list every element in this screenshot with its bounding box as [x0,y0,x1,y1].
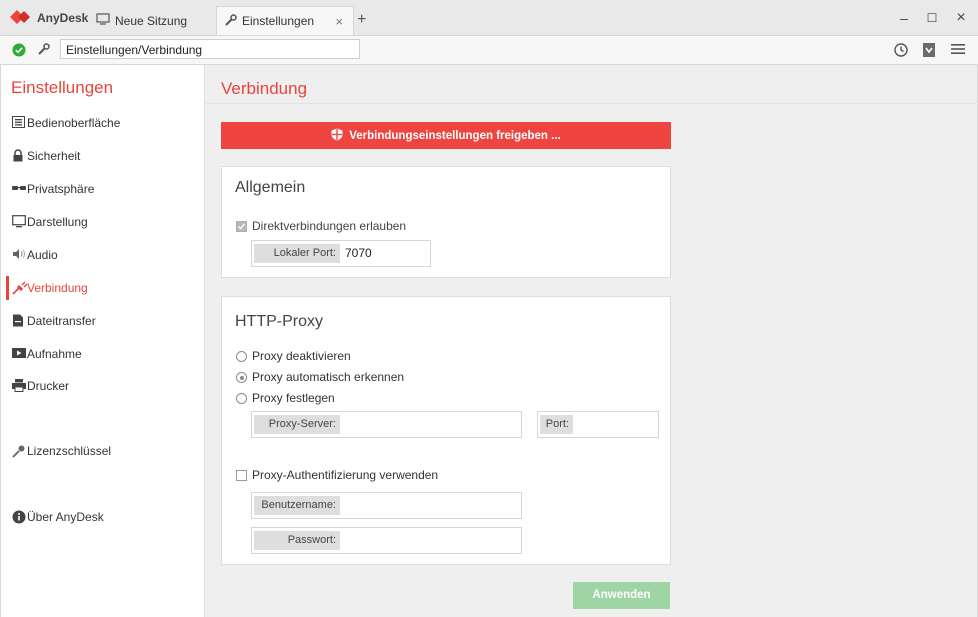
file-icon [12,314,26,328]
sidebar-item-label: Privatsphäre [27,182,95,196]
address-input[interactable]: Einstellungen/Verbindung [60,39,360,59]
anydesk-logo-icon [10,9,32,27]
sidebar-item-label: Dateitransfer [27,314,96,328]
wrench-icon [38,43,50,58]
sidebar-item-lizenzschluessel[interactable]: Lizenzschlüssel [1,437,204,465]
general-panel: Allgemein Direktverbindungen erlauben Lo… [221,166,671,278]
proxy-port-field[interactable]: Port: [537,411,659,438]
key-icon [12,444,26,458]
unlock-settings-label: Verbindungseinstellungen freigeben ... [349,129,561,142]
tab-label: Einstellungen [242,14,315,28]
apply-button[interactable]: Anwenden [573,582,670,609]
sidebar-item-label: Darstellung [27,215,88,229]
sidebar-item-label: Aufnahme [27,347,82,361]
password-label: Passwort: [254,531,340,550]
sidebar-item-audio[interactable]: Audio [1,241,204,269]
maximize-button[interactable]: ☐ [917,6,947,30]
proxy-auth-label: Proxy-Authentifizierung verwenden [252,468,439,482]
tab-new-session[interactable]: Neue Sitzung [88,6,216,35]
http-proxy-panel: HTTP-Proxy Proxy deaktivieren Proxy auto… [221,296,671,565]
local-port-label: Lokaler Port: [254,244,340,263]
proxy-manual-label: Proxy festlegen [252,391,335,405]
download-icon[interactable] [922,42,936,61]
page-title: Verbindung [221,79,308,98]
shield-icon [331,128,343,144]
sidebar-item-verbindung[interactable]: Verbindung [1,274,204,302]
sidebar-item-bedienoberflaeche[interactable]: Bedienoberfläche [1,109,204,137]
address-bar: Einstellungen/Verbindung [0,36,978,65]
proxy-disable-label: Proxy deaktivieren [252,349,351,363]
hamburger-menu-icon[interactable] [951,43,965,58]
sidebar-title: Einstellungen [11,78,114,97]
proxy-server-field[interactable]: Proxy-Server: [251,411,522,438]
username-label: Benutzername: [254,496,340,515]
tab-close-icon[interactable]: × [335,14,343,29]
video-icon [12,347,26,361]
sidebar-item-darstellung[interactable]: Darstellung [1,208,204,236]
unlock-settings-button[interactable]: Verbindungseinstellungen freigeben ... [221,122,671,149]
new-tab-button[interactable]: + [357,11,366,29]
glasses-icon [12,182,26,196]
app-name: AnyDesk [37,11,89,25]
sidebar-item-privatsphaere[interactable]: Privatsphäre [1,175,204,203]
username-field[interactable]: Benutzername: [251,492,522,519]
direct-connections-label: Direktverbindungen erlauben [252,219,407,233]
info-icon [12,510,26,524]
menu-icon [12,116,26,130]
speaker-icon [12,248,26,262]
monitor-icon [96,13,110,28]
printer-icon [12,379,26,393]
settings-sidebar: Einstellungen Bedienoberfläche Sicherhei… [1,65,205,617]
proxy-server-label: Proxy-Server: [254,415,340,434]
header-divider [205,103,978,104]
sidebar-item-dateitransfer[interactable]: Dateitransfer [1,307,204,335]
proxy-manual-radio[interactable] [236,393,247,404]
proxy-auto-label: Proxy automatisch erkennen [252,370,405,384]
sidebar-item-ueber-anydesk[interactable]: Über AnyDesk [1,503,204,531]
sidebar-item-label: Über AnyDesk [27,510,104,524]
general-heading: Allgemein [235,179,306,196]
sidebar-item-label: Drucker [27,379,70,393]
proxy-heading: HTTP-Proxy [235,313,323,330]
plug-icon [12,281,28,295]
wrench-icon [225,13,237,29]
monitor-icon [12,215,26,229]
sidebar-item-label: Lizenzschlüssel [27,444,112,458]
local-port-field[interactable]: Lokaler Port: 7070 [251,240,431,267]
title-bar: AnyDesk Neue Sitzung Einstellungen × + ‒… [0,0,978,36]
sidebar-item-label: Sicherheit [27,149,81,163]
sidebar-item-label: Audio [27,248,58,262]
tab-label: Neue Sitzung [115,13,188,28]
lock-icon [12,149,26,163]
status-ok-icon [12,43,26,60]
direct-connections-checkbox[interactable] [236,221,247,232]
proxy-disable-radio[interactable] [236,351,247,362]
password-field[interactable]: Passwort: [251,527,522,554]
sidebar-item-label: Verbindung [27,281,88,295]
sidebar-item-aufnahme[interactable]: Aufnahme [1,340,204,368]
proxy-auth-checkbox[interactable] [236,470,247,481]
minimize-button[interactable]: ‒ [889,6,919,30]
sidebar-item-drucker[interactable]: Drucker [1,372,204,400]
local-port-value: 7070 [345,246,372,260]
anydesk-brand[interactable]: AnyDesk [10,9,89,27]
sidebar-item-sicherheit[interactable]: Sicherheit [1,142,204,170]
sidebar-item-label: Bedienoberfläche [27,116,121,130]
proxy-port-label: Port: [540,415,573,434]
history-icon[interactable] [893,42,909,61]
close-window-button[interactable]: × [946,6,976,30]
proxy-auto-radio[interactable] [236,372,247,383]
tab-settings[interactable]: Einstellungen × [216,6,354,35]
